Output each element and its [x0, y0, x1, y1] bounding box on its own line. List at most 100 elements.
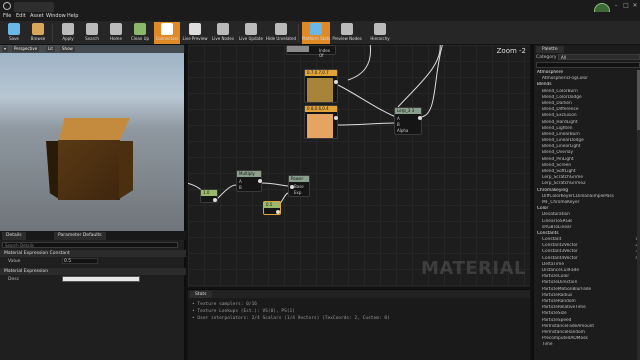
- hide-unrelated-button[interactable]: Hide Unrelated: [266, 22, 296, 44]
- graph-wires: [188, 45, 443, 209]
- category-dropdown[interactable]: All: [558, 54, 640, 60]
- tab-details[interactable]: Details: [2, 232, 26, 240]
- node-power-base-input-pin[interactable]: [290, 185, 294, 189]
- node-constant-selected-output-pin[interactable]: [276, 210, 280, 214]
- live-nodes-button[interactable]: Live Nodes: [210, 22, 236, 44]
- palette-item-label: Blend_ColorBurn: [542, 88, 578, 94]
- menu-window[interactable]: Window: [46, 13, 66, 19]
- palette-item-label: Blend_Difference: [542, 107, 579, 113]
- node-constant3-b-swatch: [307, 114, 333, 138]
- palette-search-input[interactable]: [536, 62, 640, 68]
- close-icon[interactable]: ✕: [631, 2, 639, 9]
- perspective-button[interactable]: Perspective: [12, 46, 40, 52]
- node-constant3-b-title: 0.8,0.6,0.4: [305, 106, 337, 112]
- palette-item-label: Blend_LinearDodge: [542, 138, 584, 144]
- palette-item-label: Constant: [542, 237, 562, 243]
- show-button[interactable]: Show: [60, 46, 75, 52]
- preview-nodes-icon: [341, 23, 353, 35]
- node-constant-left[interactable]: 1.0: [200, 189, 218, 203]
- category-label: Category: [536, 55, 557, 60]
- palette-item-label: ParticleMotionBlurFade: [542, 286, 592, 292]
- power-pin-exp[interactable]: Exp: [294, 190, 301, 195]
- details-search-input[interactable]: Search Details: [2, 242, 178, 248]
- material-graph[interactable]: Index Of 0.7,0.7,0.7 0.8,0.6,0.4 Lerp_3 …: [188, 45, 530, 287]
- viewport-options-button[interactable]: ▾: [2, 46, 9, 52]
- live-preview-icon: [189, 23, 201, 35]
- palette-item-label: ParticleRandom: [542, 298, 576, 304]
- palette-item-label: Chromakeying: [537, 187, 569, 193]
- multiply-pin-b[interactable]: B: [239, 185, 242, 190]
- cube-right-face: [119, 141, 133, 199]
- zoom-level: Zoom -2: [496, 47, 526, 55]
- node-power-title: Power: [289, 176, 309, 182]
- lerp-pin-alpha[interactable]: Alpha: [397, 128, 408, 133]
- hierarchy-button[interactable]: Hierarchy: [366, 22, 394, 44]
- node-lerp-title: Lerp_3 3: [395, 108, 421, 114]
- node-power[interactable]: Power Base Exp: [288, 175, 310, 197]
- clean-up-button[interactable]: Clean Up: [128, 22, 152, 44]
- desc-field[interactable]: [62, 276, 140, 282]
- node-constant-selected-title: 0.5: [264, 202, 280, 208]
- menu-bar: File Edit Asset Window Help: [0, 12, 640, 21]
- menu-file[interactable]: File: [3, 13, 11, 19]
- palette-item-label: MF_ChromaKeyer: [542, 199, 580, 205]
- node-constant3-a-output-pin[interactable]: [334, 80, 338, 84]
- palette-item-label: Blend_ColorDodge: [542, 94, 582, 100]
- node-lerp-output-pin[interactable]: [418, 116, 422, 120]
- document-tab[interactable]: [14, 2, 54, 12]
- save-button[interactable]: Save: [2, 22, 26, 44]
- platform-stats-button[interactable]: Platform Stats: [302, 22, 330, 44]
- section-material-expression-constant[interactable]: Material Expression Constant: [0, 250, 186, 257]
- section-material-expression[interactable]: Material Expression: [0, 268, 186, 275]
- hide-unrelated-icon: [275, 23, 287, 35]
- connectors-button[interactable]: Connectors: [154, 22, 180, 44]
- palette-item-label: Constant3Vector: [542, 249, 578, 255]
- preview-nodes-button[interactable]: Preview Nodes: [332, 22, 362, 44]
- stats-line: • User interpolators: 2/4 Scalars (1/4 V…: [192, 316, 390, 321]
- details-panel: Details Parameter Defaults Search Detail…: [0, 231, 186, 360]
- lerp-pin-b[interactable]: B: [397, 122, 400, 127]
- tab-parameter-defaults[interactable]: Parameter Defaults: [54, 232, 106, 240]
- apply-button[interactable]: Apply: [56, 22, 80, 44]
- toolbar-divider-2: [298, 24, 299, 42]
- live-nodes-icon: [217, 23, 229, 35]
- cube-front-face: [58, 140, 120, 200]
- node-constant-selected[interactable]: 0.5: [263, 201, 281, 215]
- node-index-of[interactable]: Index Of: [286, 45, 336, 58]
- live-update-icon: [245, 23, 257, 35]
- lerp-pin-a[interactable]: A: [397, 116, 400, 121]
- maximize-icon[interactable]: □: [622, 2, 630, 9]
- node-constant-left-output-pin[interactable]: [213, 198, 217, 202]
- node-constant3-b[interactable]: 0.8,0.6,0.4: [304, 105, 338, 139]
- menu-edit[interactable]: Edit: [16, 13, 26, 19]
- power-pin-base[interactable]: Base: [294, 184, 304, 189]
- palette-item-label: Blends: [537, 82, 552, 88]
- value-field[interactable]: 0.5: [62, 258, 98, 264]
- palette-item-label: ParticleSpeed: [542, 317, 572, 323]
- preview-viewport[interactable]: ▾ Perspective Lit Show: [0, 45, 186, 231]
- tab-stats[interactable]: Stats: [190, 291, 212, 298]
- home-button[interactable]: Home: [104, 22, 128, 44]
- node-constant3-b-output-pin[interactable]: [334, 116, 338, 120]
- viewport-toolbar: ▾ Perspective Lit Show: [0, 45, 186, 53]
- toolbar: Save Browse Apply Search Home Clean Up C…: [0, 21, 640, 45]
- palette-item[interactable]: Time: [534, 342, 638, 348]
- menu-asset[interactable]: Asset: [30, 13, 44, 19]
- palette-item-label: ParticleRadius: [542, 292, 573, 298]
- lit-button[interactable]: Lit: [46, 46, 55, 52]
- tab-palette[interactable]: Palette: [536, 46, 564, 53]
- live-update-button[interactable]: Live Update: [238, 22, 264, 44]
- node-multiply-title: Multiply: [237, 171, 261, 177]
- node-lerp[interactable]: Lerp_3 3 A B Alpha: [394, 107, 422, 135]
- node-multiply[interactable]: Multiply A B: [236, 170, 262, 192]
- menu-help[interactable]: Help: [67, 13, 78, 19]
- node-multiply-output-pin[interactable]: [258, 179, 262, 183]
- node-constant3-a[interactable]: 0.7,0.7,0.7: [304, 69, 338, 103]
- palette-item-label: Blend_LinearBurn: [542, 131, 580, 137]
- live-preview-button[interactable]: Live Preview: [182, 22, 208, 44]
- search-button[interactable]: Search: [80, 22, 104, 44]
- palette-panel: Palette Category All Atmosphere Atmospher…: [532, 45, 640, 360]
- minimize-icon[interactable]: –: [612, 2, 620, 9]
- browse-button[interactable]: Browse: [26, 22, 50, 44]
- multiply-pin-a[interactable]: A: [239, 179, 242, 184]
